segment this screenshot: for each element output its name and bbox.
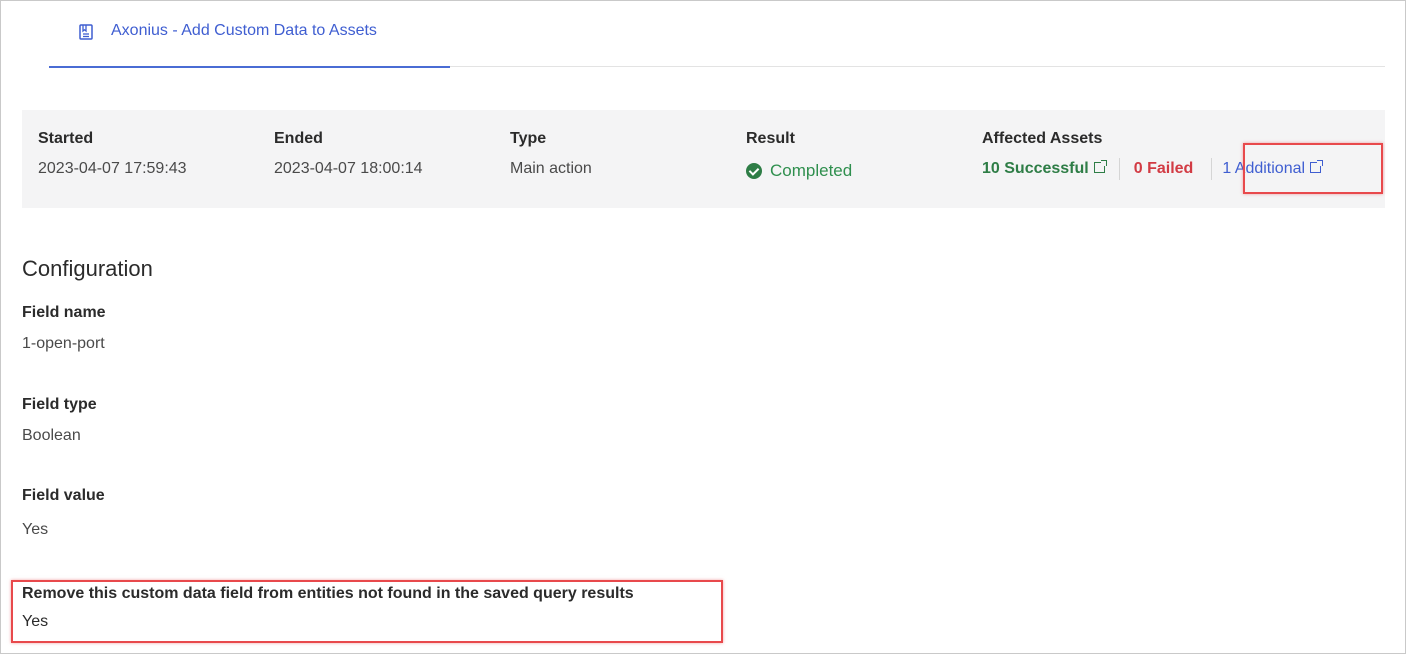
divider bbox=[1211, 158, 1213, 180]
failed-assets-text: 0 Failed bbox=[1133, 160, 1194, 177]
started-column: Started 2023-04-07 17:59:43 bbox=[38, 130, 187, 178]
field-label: Field name bbox=[22, 304, 106, 321]
result-value: Completed bbox=[770, 161, 853, 180]
successful-assets-text: 10 Successful bbox=[982, 160, 1089, 177]
divider bbox=[1118, 158, 1120, 180]
result-column: Result Completed bbox=[746, 130, 852, 181]
type-column: Type Main action bbox=[510, 130, 592, 178]
started-value: 2023-04-07 17:59:43 bbox=[38, 160, 187, 177]
ended-value: 2023-04-07 18:00:14 bbox=[274, 160, 423, 177]
type-value: Main action bbox=[510, 160, 592, 177]
field-label: Field type bbox=[22, 396, 97, 413]
result-status: Completed bbox=[746, 161, 852, 181]
config-field-name: Field name 1-open-port bbox=[22, 304, 106, 353]
tab-divider bbox=[450, 66, 1385, 67]
external-link-icon bbox=[1093, 160, 1107, 174]
field-value: Yes bbox=[22, 521, 49, 538]
tab-label: Axonius - Add Custom Data to Assets bbox=[111, 22, 377, 39]
type-label: Type bbox=[510, 130, 547, 147]
run-summary-panel: Started 2023-04-07 17:59:43 Ended 2023-0… bbox=[22, 110, 1385, 208]
page-frame bbox=[0, 0, 1406, 654]
ended-column: Ended 2023-04-07 18:00:14 bbox=[274, 130, 423, 178]
config-field-value: Field value Yes bbox=[22, 487, 105, 539]
configuration-title: Configuration bbox=[22, 256, 153, 281]
field-value: Boolean bbox=[22, 427, 81, 444]
config-field-type: Field type Boolean bbox=[22, 396, 97, 445]
highlight-additional-assets bbox=[1243, 143, 1383, 194]
result-label: Result bbox=[746, 130, 795, 147]
tab-add-custom-data[interactable]: Axonius - Add Custom Data to Assets bbox=[49, 0, 450, 68]
bookmark-document-icon bbox=[79, 24, 93, 40]
started-label: Started bbox=[38, 130, 94, 147]
highlight-remove-field bbox=[11, 580, 723, 643]
successful-assets-link[interactable]: 10 Successful bbox=[982, 160, 1107, 178]
ended-label: Ended bbox=[274, 130, 323, 147]
check-circle-icon bbox=[746, 163, 762, 179]
field-value: 1-open-port bbox=[22, 335, 105, 352]
field-label: Field value bbox=[22, 487, 105, 504]
